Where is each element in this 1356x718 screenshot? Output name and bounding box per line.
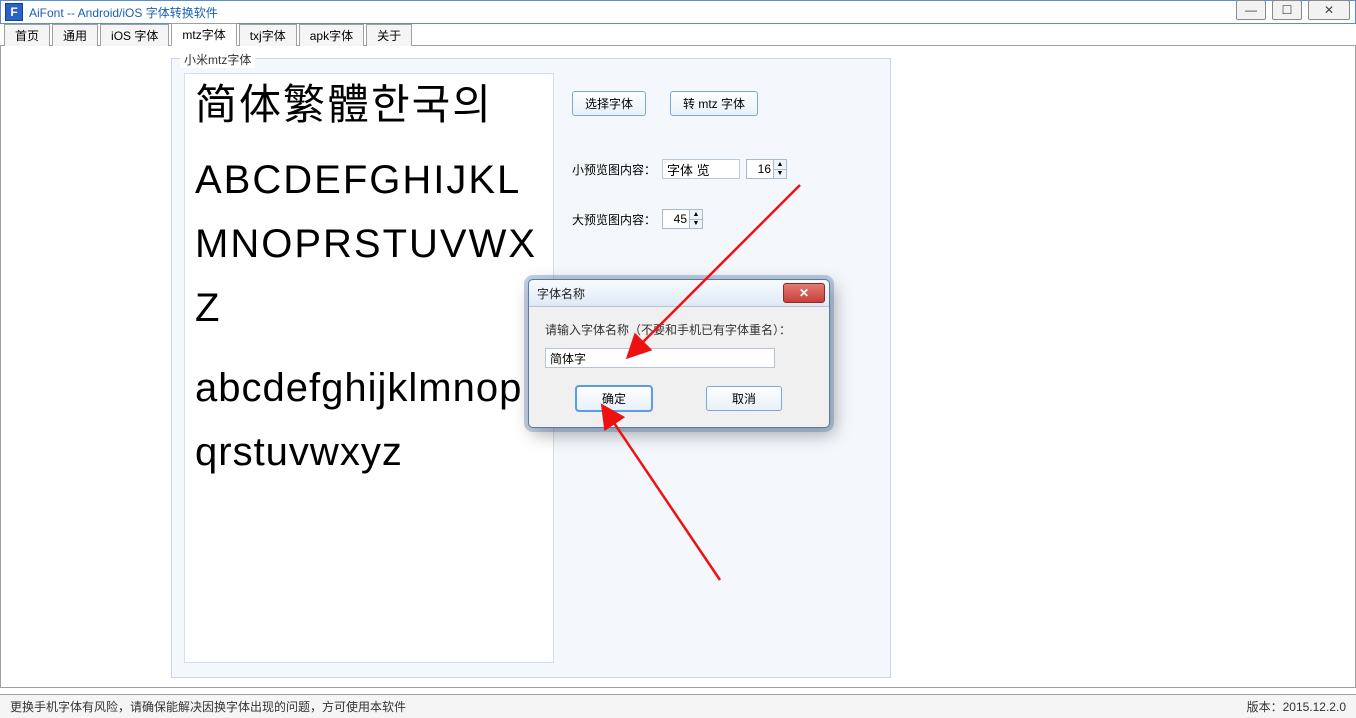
chevron-up-icon[interactable]: ▲ (690, 210, 702, 220)
chevron-down-icon[interactable]: ▼ (690, 220, 702, 229)
dialog-buttons: 确定 取消 (529, 372, 829, 427)
window-controls: — ☐ ✕ (1236, 0, 1350, 20)
dialog-close-button[interactable]: ✕ (783, 283, 825, 303)
maximize-button[interactable]: ☐ (1272, 0, 1302, 20)
small-preview-size-value[interactable] (747, 160, 773, 178)
big-preview-size-value[interactable] (663, 210, 689, 228)
ok-button[interactable]: 确定 (576, 386, 652, 411)
tab-about[interactable]: 关于 (366, 24, 412, 46)
status-version: 版本：2015.12.2.0 (1247, 698, 1346, 715)
spinner-arrows[interactable]: ▲ ▼ (773, 160, 786, 178)
close-button[interactable]: ✕ (1308, 0, 1350, 20)
tab-home[interactable]: 首页 (4, 24, 50, 46)
window-title: AiFont -- Android/iOS 字体转换软件 (29, 4, 218, 21)
chevron-up-icon[interactable]: ▲ (774, 160, 786, 170)
preview-lower-line: abcdefghijklmnopqrstuvwxyz (195, 356, 543, 484)
big-preview-label: 大预览图内容： (572, 211, 656, 228)
spinner-arrows[interactable]: ▲ ▼ (689, 210, 702, 228)
dialog-body: 请输入字体名称（不要和手机已有字体重名）： (529, 307, 829, 372)
small-preview-input[interactable] (662, 159, 740, 179)
groupbox-title: 小米mtz字体 (180, 51, 255, 68)
select-font-button[interactable]: 选择字体 (572, 91, 646, 116)
tab-apk-font[interactable]: apk字体 (299, 24, 364, 46)
font-name-input[interactable] (545, 348, 775, 368)
font-name-dialog: 字体名称 ✕ 请输入字体名称（不要和手机已有字体重名）： 确定 取消 (528, 279, 830, 428)
status-bar: 更换手机字体有风险，请确保能解决因换字体出现的问题，方可使用本软件 版本：201… (0, 694, 1356, 718)
tab-general[interactable]: 通用 (52, 24, 98, 46)
title-bar: F AiFont -- Android/iOS 字体转换软件 (0, 0, 1356, 24)
big-preview-size-spinner[interactable]: ▲ ▼ (662, 209, 703, 229)
cancel-button[interactable]: 取消 (706, 386, 782, 411)
font-preview-panel: 简体繁體한국의 ABCDEFGHIJKLMNOPRSTUVWXZ abcdefg… (184, 73, 554, 663)
dialog-prompt: 请输入字体名称（不要和手机已有字体重名）： (545, 321, 813, 338)
convert-mtz-button[interactable]: 转 mtz 字体 (670, 91, 758, 116)
preview-upper-line: ABCDEFGHIJKLMNOPRSTUVWXZ (195, 148, 543, 340)
status-left: 更换手机字体有风险，请确保能解决因换字体出现的问题，方可使用本软件 (10, 698, 406, 715)
dialog-title-bar[interactable]: 字体名称 ✕ (529, 280, 829, 307)
tab-mtz-font[interactable]: mtz字体 (171, 23, 236, 46)
app-icon: F (5, 3, 23, 21)
small-preview-label: 小预览图内容： (572, 161, 656, 178)
preview-cjk-line: 简体繁體한국의 (195, 82, 543, 128)
tab-strip: 首页 通用 iOS 字体 mtz字体 txj字体 apk字体 关于 (0, 24, 1356, 46)
dialog-title-text: 字体名称 (537, 285, 585, 302)
minimize-button[interactable]: — (1236, 0, 1266, 20)
small-preview-size-spinner[interactable]: ▲ ▼ (746, 159, 787, 179)
tab-ios-font[interactable]: iOS 字体 (100, 24, 169, 46)
tab-txj-font[interactable]: txj字体 (239, 24, 297, 46)
chevron-down-icon[interactable]: ▼ (774, 170, 786, 179)
